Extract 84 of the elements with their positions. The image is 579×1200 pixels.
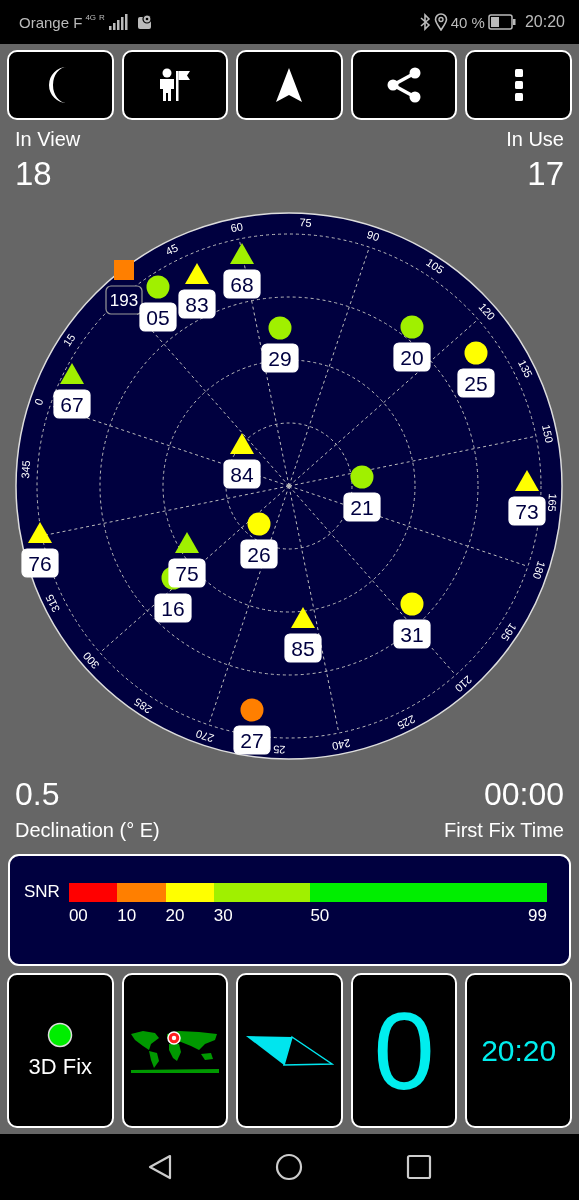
- navigation-button[interactable]: [236, 50, 343, 120]
- fix-status-tile[interactable]: 3D Fix: [7, 973, 114, 1128]
- location-icon: [433, 13, 448, 31]
- navigation-arrow-icon: [275, 67, 304, 103]
- compass-tile[interactable]: [236, 973, 343, 1128]
- satellite-label: 27: [233, 725, 271, 755]
- azimuth-label: 315: [43, 592, 62, 615]
- azimuth-label: 0: [32, 397, 46, 407]
- speed-value: 0: [373, 995, 435, 1106]
- azimuth-label: 150: [540, 423, 556, 444]
- snr-label: SNR: [24, 882, 60, 902]
- satellite-label: 16: [154, 593, 192, 623]
- snr-tick-label: 10: [117, 906, 137, 926]
- in-view-label: In View: [15, 128, 81, 151]
- more-options-icon: [513, 68, 524, 102]
- azimuth-label: 300: [80, 649, 102, 672]
- azimuth-label: 135: [516, 357, 535, 380]
- snr-tick-label: 20: [165, 906, 185, 926]
- satellite-label: 21: [343, 492, 381, 522]
- share-button[interactable]: [350, 50, 458, 120]
- night-mode-button[interactable]: [7, 50, 114, 120]
- azimuth-label: 105: [424, 256, 447, 277]
- azimuth-label: 15: [60, 331, 78, 349]
- azimuth-label: 45: [163, 241, 180, 258]
- first-fix-time-label: First Fix Time: [444, 819, 564, 842]
- in-use-label: In Use: [506, 128, 564, 151]
- battery-percent: 40 %: [450, 13, 485, 31]
- snr-tick-label: 00: [68, 906, 88, 926]
- satellite-label: 26: [240, 539, 278, 569]
- carrier-name: Orange F: [19, 13, 83, 31]
- satellite-label: 75: [168, 558, 206, 588]
- satellite-label: 67: [53, 389, 91, 419]
- snr-tick-label: 50: [310, 906, 330, 926]
- satellite-label: 25: [457, 368, 495, 398]
- first-fix-time-value: 00:00: [483, 776, 564, 813]
- satellite-label: 31: [393, 619, 431, 649]
- azimuth-label: 120: [476, 300, 498, 323]
- azimuth-label: 225: [395, 713, 418, 732]
- clock-tile[interactable]: 20:20: [465, 973, 572, 1128]
- person-flag-button[interactable]: [121, 50, 229, 120]
- azimuth-label: 25: [273, 743, 286, 757]
- azimuth-label: 60: [229, 220, 244, 235]
- satellite-label: 73: [508, 496, 546, 526]
- satellite-label: 68: [223, 269, 261, 299]
- roaming-indicator: R: [99, 13, 105, 22]
- map-tile[interactable]: [121, 973, 229, 1128]
- satellite-label: 20: [393, 342, 431, 372]
- in-view-count: 18: [15, 155, 53, 193]
- network-type: 4G: [85, 13, 97, 22]
- azimuth-label: 90: [365, 228, 381, 244]
- snr-tick-label: 30: [213, 906, 233, 926]
- snr-tick-label: 99: [528, 906, 547, 926]
- satellite-label: 83: [178, 289, 216, 319]
- in-use-count: 17: [527, 155, 564, 193]
- satellite-label: 76: [21, 548, 59, 578]
- azimuth-label: 210: [452, 673, 475, 695]
- satellite-label: 84: [223, 459, 261, 489]
- azimuth-label: 285: [131, 695, 154, 716]
- declination-label: Declination (° E): [15, 819, 160, 842]
- satellite-label: 193: [105, 285, 143, 315]
- azimuth-label: 75: [299, 216, 313, 229]
- bluetooth-icon: [418, 13, 431, 31]
- share-icon: [387, 67, 422, 103]
- signal-icon: [107, 14, 128, 30]
- home-icon: [274, 1153, 303, 1181]
- menu-button[interactable]: [465, 50, 572, 120]
- back-icon: [147, 1154, 172, 1180]
- fix-status-label: 3D Fix: [28, 1053, 93, 1080]
- azimuth-label: 180: [530, 559, 548, 581]
- satellite-label: 05: [139, 302, 177, 332]
- gps-time: 20:20: [481, 1033, 557, 1068]
- satellite-label: 29: [261, 343, 299, 373]
- map-pin-icon: [136, 14, 153, 30]
- satellite-label: 85: [284, 633, 322, 663]
- recent-apps-icon: [405, 1154, 432, 1180]
- azimuth-label: 270: [194, 727, 216, 745]
- clock-time: 20:20: [524, 13, 565, 31]
- azimuth-label: 240: [331, 737, 352, 753]
- azimuth-label: 165: [545, 493, 560, 513]
- battery-icon: [487, 14, 516, 30]
- speed-tile[interactable]: 0: [350, 973, 458, 1128]
- declination-value: 0.5: [15, 776, 61, 813]
- azimuth-label: 195: [498, 621, 519, 644]
- azimuth-label: 345: [18, 459, 33, 479]
